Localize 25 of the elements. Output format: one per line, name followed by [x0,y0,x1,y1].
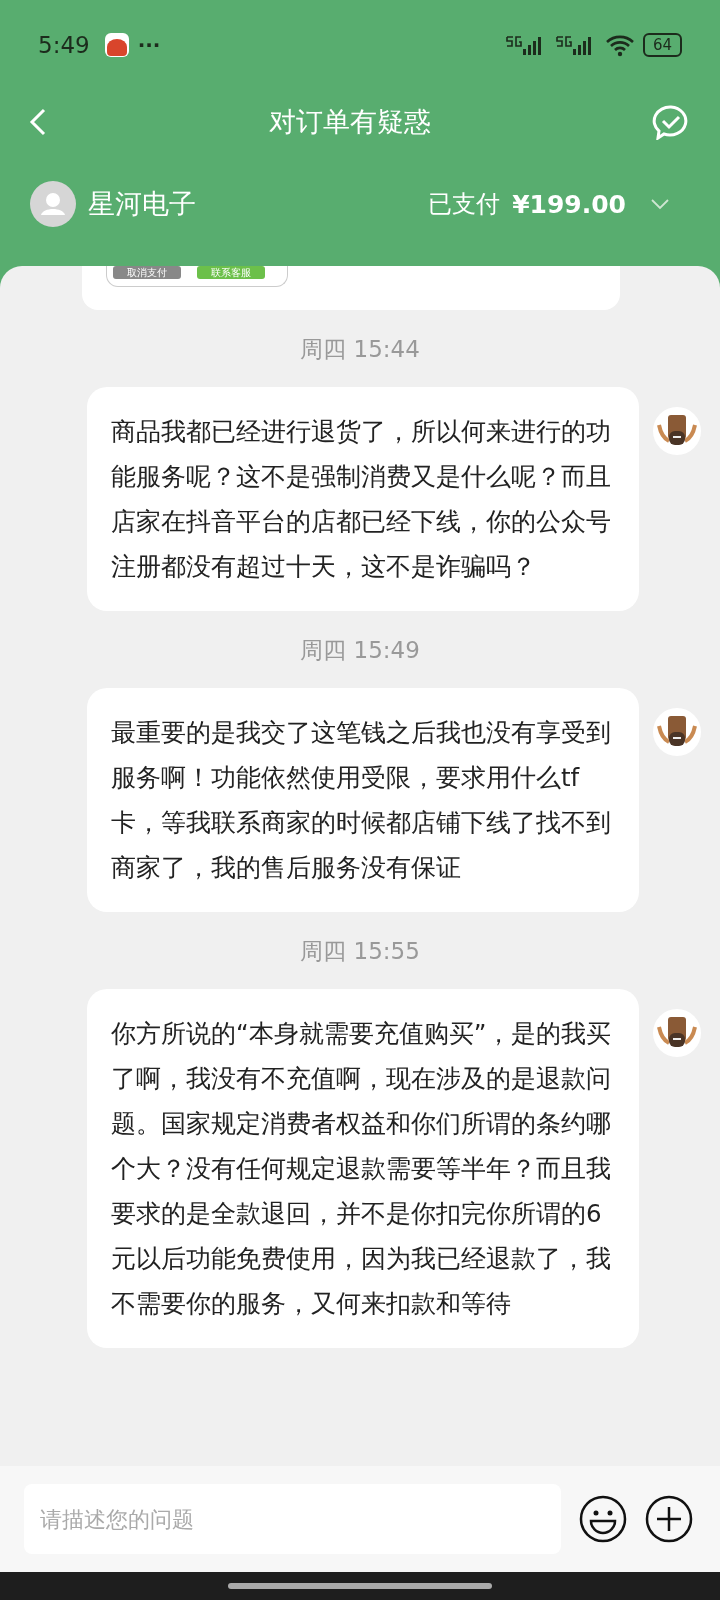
wifi-icon [604,33,635,57]
message-time: 周四 15:55 [299,937,421,966]
message-bubble: 商品我都已经进行退货了，所以何来进行的功能服务呢？这不是强制消费又是什么呢？而且店家在抖音平台的店都已经下线，你的公众号注册都没有超过十天，这不是诈骗吗？ [87,387,639,611]
shop-name: 星河电子 [88,187,196,221]
battery-indicator: 64 [642,33,682,57]
message-input[interactable]: 请描述您的问题 [24,1484,561,1554]
add-icon[interactable] [645,1495,693,1543]
order-amount: ¥199.00 [512,189,626,219]
user-avatar-icon [653,708,701,756]
message-time: 周四 15:44 [299,335,421,364]
emoji-icon[interactable] [579,1495,627,1543]
message-bubble: 你方所说的“本身就需要充值购买”，是的我买了啊，我没有不充值啊，现在涉及的是退款问题。国家规定消费者权益和你们所谓的条约哪个大？没有任何规定退款需要等半年？而且我要求的是全款退回，并不是你扣完你所谓的6元以后功能免费使用，因为我已经退款了，我不需要你的服务，又何来扣款和等待 [87,989,639,1348]
avatar-icon [30,181,76,227]
status-time: 5:49 [38,32,90,58]
app-icon [103,32,130,58]
message-bubble: 最重要的是我交了这笔钱之后我也没有享受到服务啊！功能依然使用受限，要求用什么tf卡，等我联系商家的时候都店铺下线了找不到商家了，我的售后服务没有保证 [87,688,639,912]
chevron-down-icon[interactable] [650,198,670,210]
message-time: 周四 15:49 [299,636,421,665]
status-more: ··· [137,33,161,57]
back-icon[interactable] [28,107,48,137]
order-status: 已支付 [428,189,501,220]
chat-check-icon[interactable] [652,104,690,140]
user-avatar-icon [653,407,701,455]
user-avatar-icon [653,1009,701,1057]
page-title: 对订单有疑惑 [269,105,431,139]
